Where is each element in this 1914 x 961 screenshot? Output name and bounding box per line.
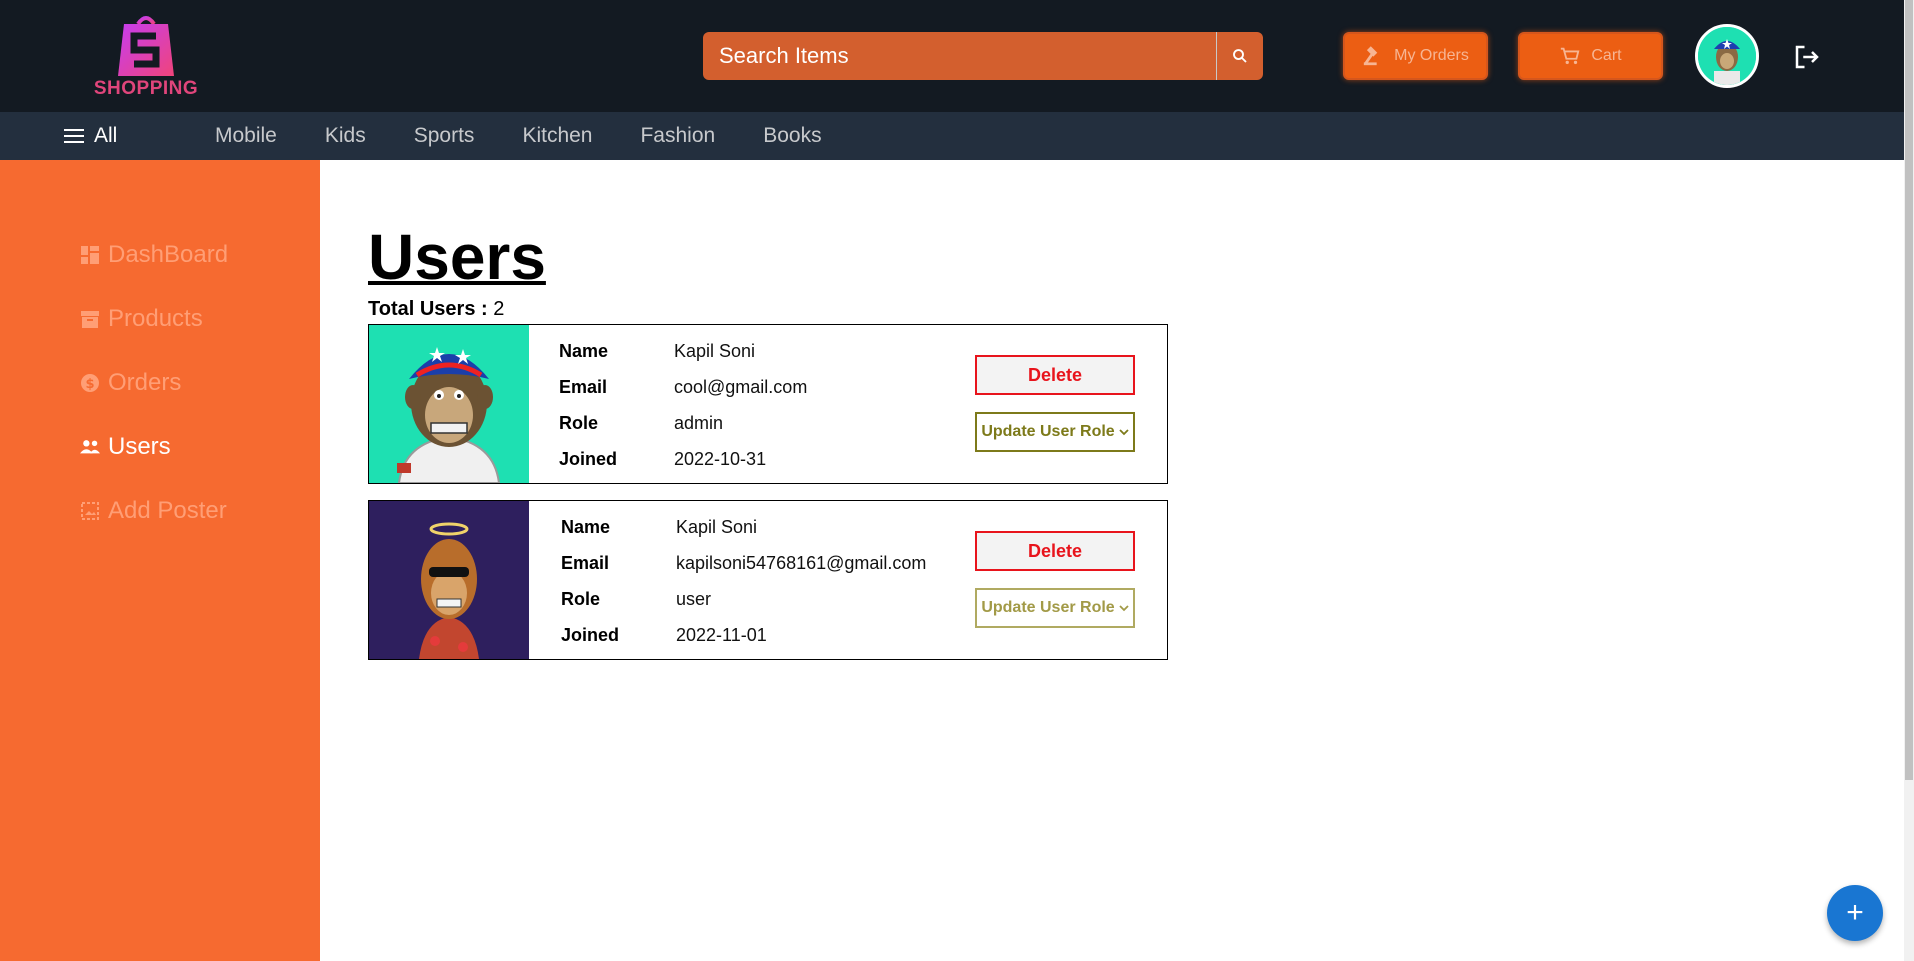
top-header: SHOPPING My Orders Cart [0, 0, 1914, 112]
my-orders-button[interactable]: My Orders [1343, 32, 1488, 80]
nav-item-kids[interactable]: Kids [325, 124, 366, 148]
sidebar-item-label: Products [108, 305, 203, 332]
update-user-role-select[interactable]: Update User Role [975, 412, 1135, 452]
search-bar [703, 32, 1263, 80]
sidebar-item-add-poster[interactable]: Add Poster [80, 497, 227, 525]
nav-item-mobile[interactable]: Mobile [215, 124, 277, 148]
shopping-bag-icon [118, 16, 174, 76]
dashboard-icon [80, 245, 100, 265]
sidebar-item-label: Add Poster [108, 497, 227, 524]
dollar-icon: $ [80, 373, 100, 393]
my-orders-label: My Orders [1394, 47, 1469, 64]
users-icon [80, 437, 100, 457]
user-joined: 2022-10-31 [674, 448, 767, 469]
total-users-label: Total Users : [368, 298, 488, 320]
cart-button[interactable]: Cart [1518, 32, 1663, 80]
email-label: Email [561, 552, 610, 573]
nav-item-sports[interactable]: Sports [414, 124, 475, 148]
search-input[interactable] [703, 32, 1216, 80]
ape-halo-icon [369, 501, 529, 659]
name-label: Name [559, 340, 609, 361]
user-email: kapilsoni54768161@gmail.com [676, 552, 927, 573]
user-card: Name Kapil Soni Email cool@gmail.com Role a… [368, 324, 1168, 484]
user-joined: 2022-11-01 [676, 624, 767, 645]
update-role-label: Update User Role [981, 423, 1115, 440]
nav-item-kitchen[interactable]: Kitchen [522, 124, 592, 148]
nav-item-fashion[interactable]: Fashion [640, 124, 715, 148]
user-role: admin [674, 412, 724, 433]
role-label: Role [561, 588, 601, 609]
menu-icon [64, 129, 84, 143]
gavel-icon [1363, 46, 1378, 66]
admin-sidebar: DashBoard Products $ Orders Users Add Po… [0, 160, 320, 961]
cart-icon [1561, 47, 1580, 65]
sidebar-item-dashboard[interactable]: DashBoard [80, 241, 228, 269]
joined-label: Joined [561, 624, 620, 645]
total-users: Total Users : 2 [368, 298, 504, 321]
update-role-label: Update User Role [981, 599, 1115, 616]
name-label: Name [561, 516, 611, 537]
user-avatar-image [369, 325, 529, 483]
image-add-icon [80, 501, 100, 521]
category-nav: All Mobile Kids Sports Kitchen Fashion B… [0, 112, 1904, 160]
plus-icon: + [1846, 896, 1864, 929]
delete-user-button[interactable]: Delete [975, 355, 1135, 395]
search-icon [1233, 49, 1247, 63]
logout-icon [1795, 45, 1819, 69]
sidebar-item-orders[interactable]: $ Orders [80, 369, 181, 397]
joined-label: Joined [559, 448, 618, 469]
page-scrollbar[interactable] [1904, 0, 1914, 961]
ape-astronaut-icon [369, 325, 529, 483]
scrollbar-thumb[interactable] [1905, 0, 1913, 780]
svg-text:$: $ [85, 377, 94, 392]
nav-all-button[interactable]: All [64, 112, 117, 160]
total-users-value: 2 [493, 298, 505, 320]
sidebar-item-users[interactable]: Users [80, 433, 171, 461]
user-name: Kapil Soni [676, 516, 758, 537]
user-avatar-image [369, 501, 529, 659]
archive-icon [80, 309, 100, 329]
shopping-logo[interactable]: SHOPPING [90, 10, 202, 102]
user-name: Kapil Soni [674, 340, 756, 361]
user-email: cool@gmail.com [674, 376, 808, 397]
update-user-role-select[interactable]: Update User Role [975, 588, 1135, 628]
nav-all-label: All [94, 124, 118, 147]
search-button[interactable] [1216, 32, 1263, 80]
role-label: Role [559, 412, 599, 433]
logout-button[interactable] [1792, 42, 1822, 72]
floating-add-button[interactable]: + [1827, 885, 1883, 941]
cart-label: Cart [1591, 47, 1622, 64]
delete-user-button[interactable]: Delete [975, 531, 1135, 571]
user-role: user [676, 588, 712, 609]
chevron-down-icon [1119, 605, 1129, 612]
sidebar-item-products[interactable]: Products [80, 305, 203, 333]
nav-item-books[interactable]: Books [763, 124, 821, 148]
user-avatar[interactable] [1695, 24, 1759, 88]
sidebar-item-label: Users [108, 433, 171, 460]
email-label: Email [559, 376, 608, 397]
ape-avatar-icon [1698, 27, 1756, 85]
page-title: Users [368, 221, 546, 293]
sidebar-item-label: DashBoard [108, 241, 229, 268]
user-card: Name Kapil Soni Email kapilsoni54768161@gm… [368, 500, 1168, 660]
chevron-down-icon [1119, 429, 1129, 436]
logo-text: SHOPPING [93, 78, 199, 99]
sidebar-item-label: Orders [108, 369, 182, 396]
